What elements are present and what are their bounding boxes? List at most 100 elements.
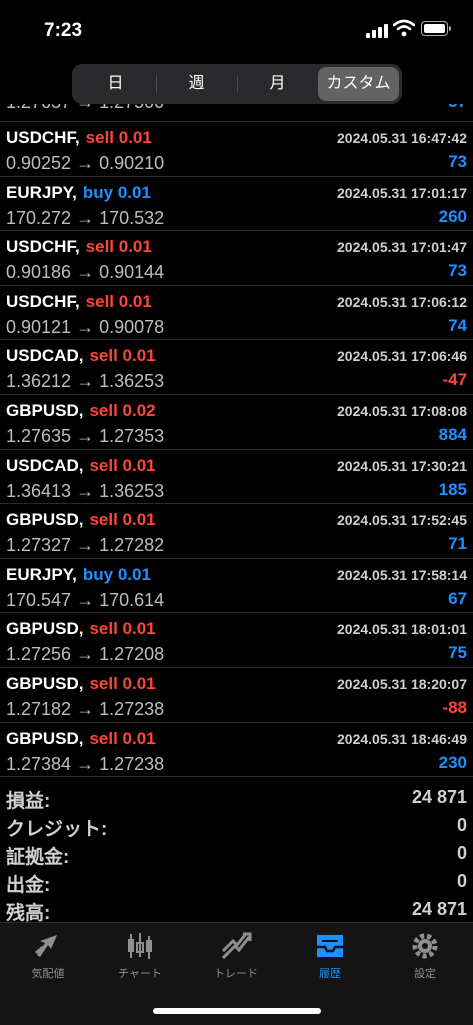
summary-value: 0 (456, 815, 467, 835)
trade-date: 2024.05.31 17:06:12 (337, 293, 467, 310)
trade-price: 1.36212 → 1.36253 (6, 371, 165, 392)
trade-price: 1.27384 → 1.27238 (6, 753, 165, 774)
chart-icon (100, 931, 180, 961)
trade-side: sell 0.01 (89, 510, 156, 530)
trade-profit: 71 (448, 534, 467, 554)
tab-quotes[interactable]: 気配値 (8, 931, 88, 981)
trade-profit: -88 (442, 697, 467, 717)
trade-date: 2024.05.31 18:20:07 (337, 675, 467, 692)
trade-price: 170.272 → 170.532 (6, 207, 165, 228)
trade-profit: 75 (448, 643, 467, 663)
summary-label: 損益: (6, 791, 51, 812)
symbol-label: EURJPY, (6, 182, 77, 202)
list-item[interactable]: USDCAD, sell 0.01 2024.05.31 17:06:46 1.362… (0, 340, 473, 395)
battery-icon (421, 21, 451, 36)
trade-date: 2024.05.31 17:08:08 (337, 402, 467, 419)
trade-price: 1.27327 → 1.27282 (6, 535, 165, 556)
trade-side: buy 0.01 (82, 564, 151, 584)
tab-label: 履歴 (319, 968, 341, 980)
tab-period-3[interactable]: カスタム (318, 67, 399, 101)
list-item[interactable]: USDCHF, sell 0.01 2024.05.31 17:01:47 0.901… (0, 231, 473, 286)
symbol-label: USDCHF, (6, 237, 80, 257)
trade-profit: 260 (438, 206, 467, 226)
symbol-label: GBPUSD, (6, 619, 84, 639)
trade-date: 2024.05.31 17:58:14 (337, 566, 467, 583)
tab-period-2[interactable]: 月 (237, 67, 318, 101)
list-item[interactable]: 1.27637 → 1.27500 57 (0, 104, 473, 122)
summary-label: 出金: (6, 875, 51, 896)
settings-icon (385, 931, 465, 961)
symbol-label: USDCHF, (6, 291, 80, 311)
tab-period-0[interactable]: 日 (75, 67, 156, 101)
symbol-label: GBPUSD, (6, 728, 84, 748)
tab-label: トレード (214, 968, 258, 980)
wifi-icon (393, 19, 415, 37)
trade-profit: 57 (448, 104, 467, 112)
trade-side: sell 0.01 (89, 728, 156, 748)
tab-chart[interactable]: チャート (100, 931, 180, 981)
trade-side: sell 0.01 (89, 673, 156, 693)
list-item[interactable]: USDCHF, sell 0.01 2024.05.31 17:06:12 0.901… (0, 286, 473, 341)
signal-icon (366, 24, 388, 38)
list-item[interactable]: GBPUSD, sell 0.02 2024.05.31 17:08:08 1.276… (0, 395, 473, 450)
list-item[interactable]: USDCAD, sell 0.01 2024.05.31 17:30:21 1.364… (0, 450, 473, 505)
trade-side: buy 0.01 (82, 182, 151, 202)
trade-price: 1.36413 → 1.36253 (6, 480, 165, 501)
trade-side: sell 0.02 (89, 400, 156, 420)
tab-history[interactable]: 履歴 (290, 931, 370, 981)
home-indicator (153, 1008, 321, 1014)
list-item[interactable]: GBPUSD, sell 0.01 2024.05.31 18:01:01 1.272… (0, 613, 473, 668)
symbol-label: GBPUSD, (6, 400, 84, 420)
summary-value: 0 (456, 843, 467, 863)
trade-profit: -47 (442, 370, 467, 390)
summary-row: 損益: 24 871 (0, 784, 473, 812)
trade-side: sell 0.01 (85, 291, 152, 311)
symbol-label: EURJPY, (6, 564, 77, 584)
trade-price: 1.27635 → 1.27353 (6, 425, 165, 446)
list-item[interactable]: USDCHF, sell 0.01 2024.05.31 16:47:42 0.902… (0, 122, 473, 177)
quotes-icon (8, 931, 88, 961)
summary-row: クレジット: 0 (0, 812, 473, 840)
summary-value: 24 871 (411, 899, 467, 919)
trade-side: sell 0.01 (85, 128, 152, 147)
trade-icon (196, 931, 276, 961)
trade-date: 2024.05.31 17:01:17 (337, 184, 467, 201)
tab-period-1[interactable]: 週 (156, 67, 237, 101)
summary-value: 24 871 (411, 787, 467, 807)
trade-profit: 73 (448, 261, 467, 281)
trade-symbol: USDCHF, sell 0.01 (6, 128, 152, 148)
trade-symbol: USDCHF, sell 0.01 (6, 237, 152, 257)
trade-price: 0.90252 → 0.90210 (6, 153, 165, 173)
symbol-label: GBPUSD, (6, 510, 84, 530)
summary-value: 0 (456, 871, 467, 891)
trade-price: 1.27256 → 1.27208 (6, 644, 165, 665)
trade-price: 0.90186 → 0.90144 (6, 262, 165, 283)
list-item[interactable]: GBPUSD, sell 0.01 2024.05.31 18:20:07 1.271… (0, 668, 473, 723)
trade-side: sell 0.01 (85, 237, 152, 257)
history-list[interactable]: 1.27637 → 1.27500 57 USDCHF,sell 0.01202… (0, 104, 473, 780)
trade-date: 2024.05.31 17:30:21 (337, 457, 467, 474)
trade-date: 2024.05.31 16:47:42 (337, 130, 467, 146)
trade-symbol: USDCAD, sell 0.01 (6, 346, 156, 366)
tab-label: 気配値 (31, 968, 65, 980)
tab-settings[interactable]: 設定 (385, 931, 465, 981)
trade-symbol: GBPUSD, sell 0.01 (6, 619, 156, 639)
summary-row: 証拠金: 0 (0, 840, 473, 868)
trade-symbol: USDCAD, sell 0.01 (6, 456, 156, 476)
trade-profit: 185 (438, 479, 467, 499)
tab-trade[interactable]: トレード (196, 931, 276, 981)
period-segmented-control: 日週月カスタム (72, 64, 402, 104)
trade-price: 170.547 → 170.614 (6, 589, 165, 610)
summary-label: 残高: (6, 903, 51, 924)
list-item[interactable]: GBPUSD, sell 0.01 2024.05.31 18:46:49 1.273… (0, 723, 473, 778)
list-item[interactable]: EURJPY, buy 0.01 2024.05.31 17:58:14 170.54… (0, 559, 473, 614)
trade-profit: 230 (438, 752, 467, 772)
list-item[interactable]: GBPUSD, sell 0.01 2024.05.31 17:52:45 1.273… (0, 504, 473, 559)
trade-date: 2024.05.31 17:01:47 (337, 239, 467, 256)
trade-price: 1.27182 → 1.27238 (6, 698, 165, 719)
trade-symbol: GBPUSD, sell 0.01 (6, 510, 156, 530)
status-bar: 7:23 (0, 0, 473, 58)
trade-date: 2024.05.31 17:06:46 (337, 348, 467, 365)
list-item[interactable]: EURJPY, buy 0.01 2024.05.31 17:01:17 170.27… (0, 177, 473, 232)
symbol-label: USDCAD, (6, 346, 84, 366)
